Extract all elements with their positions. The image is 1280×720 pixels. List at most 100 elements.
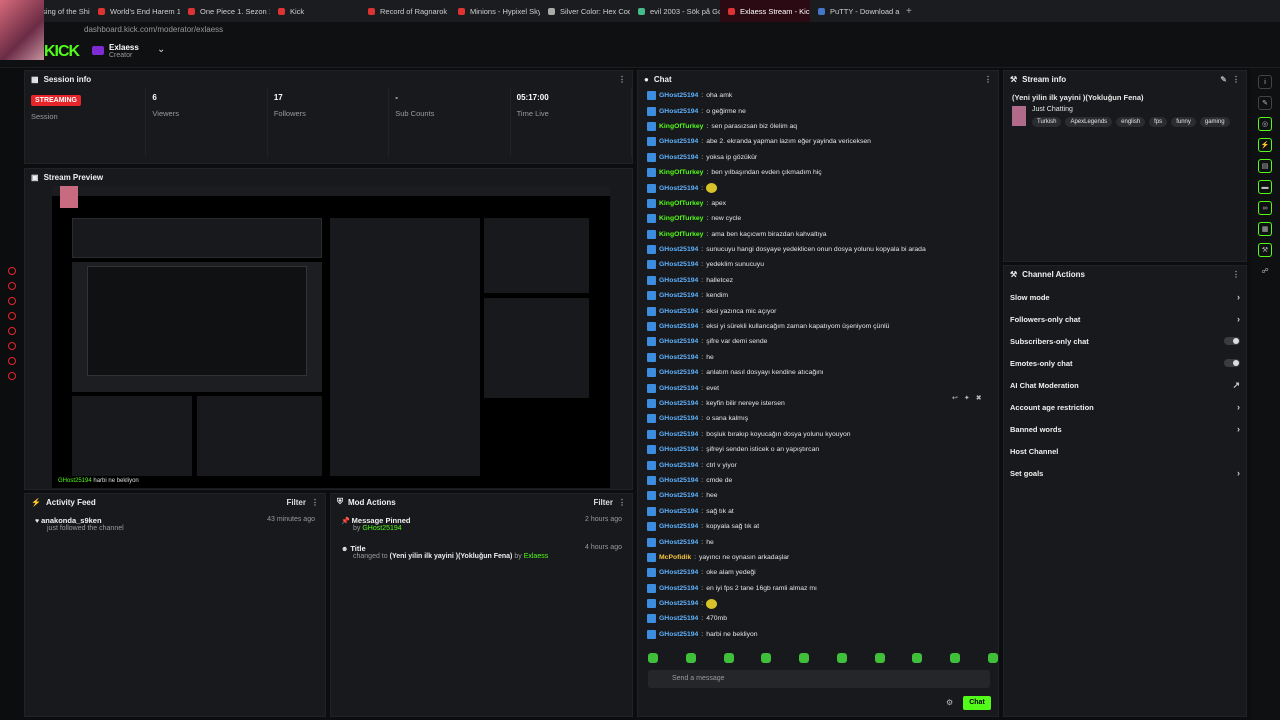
toggle-switch[interactable] [1224,337,1240,345]
chat-username[interactable]: KingOfTurkey [659,200,703,207]
more-icon[interactable]: ⋮ [984,75,992,84]
filter-button[interactable]: Filter [593,498,613,507]
delete-icon[interactable]: ✖ [976,394,982,402]
browser-tab[interactable]: Kick [270,0,360,22]
chat-message[interactable]: GHost25194: şifreyi senden isticek o an y… [645,442,999,457]
chat-username[interactable]: GHost25194 [659,246,698,253]
more-icon[interactable]: ⋮ [618,75,626,84]
chevron-right-icon[interactable]: › [1237,292,1240,302]
chat-username[interactable]: GHost25194 [659,108,698,115]
chat-username[interactable]: GHost25194 [659,338,698,345]
chat-send-button[interactable]: Chat [963,696,991,710]
rail-icon[interactable] [8,327,16,335]
chat-username[interactable]: GHost25194 [659,446,698,453]
filter-button[interactable]: Filter [286,498,306,507]
rail-icon[interactable] [8,312,16,320]
chevron-right-icon[interactable]: › [1237,468,1240,478]
chevron-right-icon[interactable]: › [1237,314,1240,324]
chat-username[interactable]: GHost25194 [659,477,698,484]
bolt-icon[interactable]: ⚡ [1258,138,1272,152]
chat-username[interactable]: GHost25194 [659,92,698,99]
tag-chip[interactable]: Turkish [1032,117,1062,127]
chat-username[interactable]: GHost25194 [659,154,698,161]
new-tab-icon[interactable]: + [900,6,918,17]
external-link-icon[interactable]: ↗ [1232,380,1240,391]
browser-tab[interactable]: Minions - Hypixel SkyBloc [450,0,540,22]
channel-action-row[interactable]: Banned words › [1004,418,1246,440]
chat-message[interactable]: GHost25194: eksi yi sürekli kullancağım z… [645,319,999,334]
more-icon[interactable]: ⋮ [311,498,319,507]
mod-action-user[interactable]: GHost25194 [362,525,401,532]
browser-tab[interactable]: Exlaess Stream - Kick Da [720,0,810,22]
chat-message[interactable]: GHost25194: [645,596,999,611]
tag-chip[interactable]: ApexLegends [1065,117,1113,127]
browser-tab[interactable]: Silver Color: Hex Code, Pa [540,0,630,22]
chat-username[interactable]: GHost25194 [659,138,698,145]
chat-username[interactable]: GHost25194 [659,508,698,515]
browser-tab[interactable]: Record of Ragnarok 1. Se [360,0,450,22]
chat-message[interactable]: GHost25194: evet [645,380,999,395]
chevron-down-icon[interactable]: ⌄ [157,44,165,55]
chat-message[interactable]: GHost25194: şifre var demi sende [645,334,999,349]
activity-user[interactable]: anakonda_s9ken [41,516,101,525]
chat-message[interactable]: GHost25194: yoksa ip gözükür [645,150,999,165]
channel-action-row[interactable]: Set goals › [1004,462,1246,484]
emote-icon[interactable] [685,653,696,663]
chat-message[interactable]: GHost25194: halletcez [645,273,999,288]
target-icon[interactable]: ◎ [1258,117,1272,131]
chat-message[interactable]: KingOfTurkey: ama ben kaçıcwm birazdan ka… [645,227,999,242]
browser-tab[interactable]: World's End Harem 1. Se [90,0,180,22]
category-name[interactable]: Just Chatting [1032,106,1230,113]
chat-username[interactable]: KingOfTurkey [659,215,703,222]
rail-icon[interactable] [8,342,16,350]
more-icon[interactable]: ⋮ [1232,75,1240,84]
chat-username[interactable]: GHost25194 [659,523,698,530]
rail-icon[interactable] [8,267,16,275]
edit-icon[interactable]: ✎ [1220,75,1227,84]
link-icon[interactable]: ∞ [1258,201,1272,215]
tag-chip[interactable]: fps [1149,117,1168,127]
url-text[interactable]: dashboard.kick.com/moderator/exlaess [84,25,223,34]
doc-icon[interactable]: ▤ [1258,159,1272,173]
emote-icon[interactable] [799,653,810,663]
chat-icon[interactable]: ▬ [1258,180,1272,194]
chat-message[interactable]: GHost25194: oha amk [645,88,999,103]
chat-message[interactable]: GHost25194: abe 2. ekranda yapman lazım e… [645,134,999,149]
chat-message[interactable]: GHost25194: oke alam yedeği [645,565,999,580]
chat-message[interactable]: GHost25194: sağ tık at [645,504,999,519]
reply-icon[interactable]: ↩ [952,394,958,402]
chat-username[interactable]: GHost25194 [659,185,698,192]
gear-icon[interactable]: ⚙ [946,698,953,707]
chat-username[interactable]: GHost25194 [659,615,698,622]
chat-username[interactable]: GHost25194 [659,415,698,422]
rail-icon[interactable] [8,372,16,380]
chat-username[interactable]: GHost25194 [659,600,698,607]
stream-preview-video[interactable]: GHost25194 harbi ne bekliyon [52,186,610,488]
chat-username[interactable]: GHost25194 [659,569,698,576]
chat-username[interactable]: GHost25194 [659,323,698,330]
layout-icon[interactable]: ▦ [1258,222,1272,236]
chat-message[interactable]: GHost25194: en iyi fps 2 tane 16gb ramli … [645,581,999,596]
chat-message[interactable]: GHost25194: cmde de [645,473,999,488]
chat-message[interactable]: GHost25194: harbi ne bekliyon [645,627,999,642]
emote-icon[interactable] [987,653,998,663]
chat-message[interactable]: GHost25194: kendim [645,288,999,303]
emote-icon[interactable] [950,653,961,663]
info-icon[interactable]: i [1258,75,1272,89]
chat-message[interactable]: KingOfTurkey: sen parasızsan biz ölelim a… [645,119,999,134]
chat-message[interactable]: GHost25194: yedeklim sunucuyu [645,257,999,272]
chat-message[interactable]: GHost25194: boşluk bırakıp koyucağın dosy… [645,427,999,442]
chat-message[interactable]: GHost25194: eksi yazınca mic açıyor [645,303,999,318]
chat-username[interactable]: KingOfTurkey [659,231,703,238]
chat-message[interactable]: GHost25194: he [645,350,999,365]
pin-icon[interactable]: ✦ [964,394,970,402]
emote-icon[interactable] [874,653,885,663]
chat-message[interactable]: McPofidik: yayıncı ne oynasın arkadaşlar [645,550,999,565]
channel-action-row[interactable]: Account age restriction › [1004,396,1246,418]
chat-username[interactable]: GHost25194 [659,585,698,592]
tag-chip[interactable]: gaming [1199,117,1230,127]
chat-message[interactable]: KingOfTurkey: ben yılbaşından evden çıkma… [645,165,999,180]
chat-username[interactable]: GHost25194 [659,369,698,376]
chat-message-list[interactable]: GHost25194: oha amk GHost25194: o geğirme n… [645,88,999,648]
more-icon[interactable]: ⋮ [618,498,626,507]
